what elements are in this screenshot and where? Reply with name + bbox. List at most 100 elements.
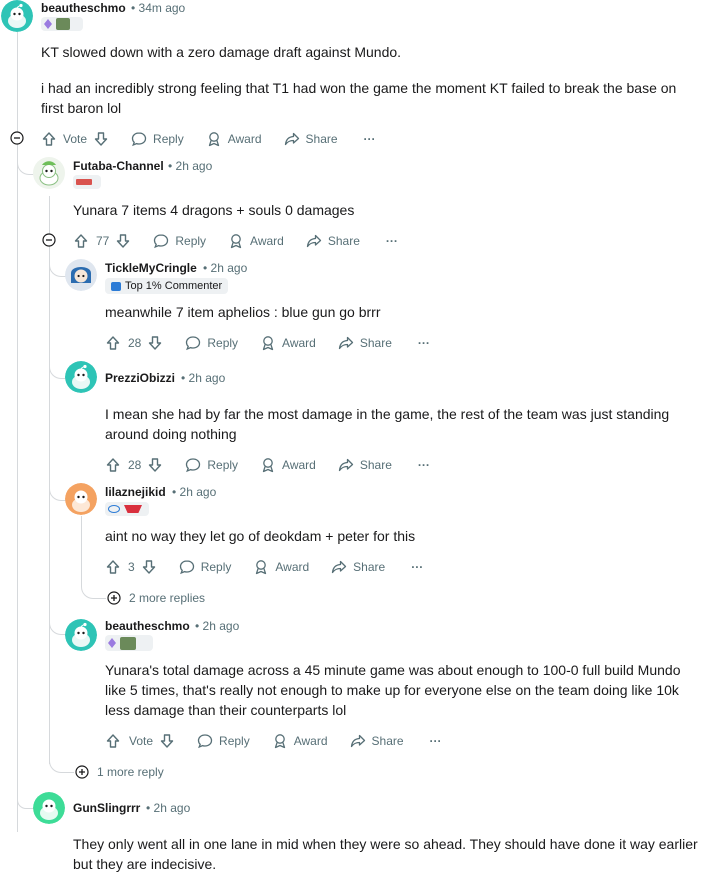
thread-elbow-prezzi [49,352,66,379]
reply-icon [197,733,213,749]
upvote-icon[interactable] [105,457,121,473]
comment-username[interactable]: TickleMyCringle [105,261,197,275]
comment-actions: 77 Reply Award Share ··· [73,231,398,251]
comment-username[interactable]: lilaznejikid [105,485,166,499]
comment-body-paragraph: aint no way they let go of deokdam + pet… [105,528,416,544]
award-button[interactable]: Award [253,559,309,575]
award-button[interactable]: Award [272,733,328,749]
comment-timestamp[interactable]: • 34m ago [131,1,185,15]
upvote-icon[interactable] [105,559,121,575]
downvote-icon[interactable] [147,335,163,351]
more-replies-button[interactable]: 1 more reply [75,765,164,779]
comment-timestamp[interactable]: • 2h ago [181,371,225,385]
avatar[interactable] [65,619,97,651]
share-button[interactable]: Share [350,733,404,749]
downvote-icon[interactable] [115,233,131,249]
reply-label: Reply [207,336,239,350]
award-label: Award [282,336,316,350]
share-icon [350,733,366,749]
reply-icon [153,233,169,249]
comment-username[interactable]: PrezziObizzi [105,371,175,385]
reply-button[interactable]: Reply [153,233,206,249]
share-label: Share [371,734,404,748]
avatar[interactable] [65,361,97,393]
award-button[interactable]: Award [260,335,316,351]
more-options-button[interactable]: ··· [430,734,442,748]
collapse-thread-icon[interactable] [10,131,24,145]
comment-timestamp[interactable]: • 2h ago [195,619,239,633]
avatar[interactable] [33,792,65,824]
reply-icon [179,559,195,575]
share-label: Share [305,132,338,146]
share-button[interactable]: Share [331,559,385,575]
award-button[interactable]: Award [260,457,316,473]
comment-timestamp[interactable]: • 2h ago [172,485,216,499]
fredit-flair-icon [120,636,136,650]
more-options-button[interactable]: ··· [418,458,430,472]
award-label: Award [227,132,262,146]
reply-button[interactable]: Reply [185,457,238,473]
collapse-thread-icon[interactable] [42,233,56,247]
comment-timestamp[interactable]: • 2h ago [146,801,190,815]
share-button[interactable]: Share [284,131,338,147]
more-replies-button[interactable]: 2 more replies [107,591,205,605]
upvote-icon[interactable] [73,233,89,249]
more-options-button[interactable]: ··· [418,336,430,350]
share-button[interactable]: Share [338,457,392,473]
award-button[interactable]: Award [206,131,262,147]
user-flair [41,17,83,31]
downvote-icon[interactable] [93,131,109,147]
reply-button[interactable]: Reply [197,733,250,749]
share-label: Share [359,458,392,472]
upvote-icon[interactable] [41,131,57,147]
avatar[interactable] [65,483,97,515]
badge-label: Top 1% Commenter [125,280,223,292]
share-icon [306,233,322,249]
share-icon [284,131,300,147]
reply-button[interactable]: Reply [185,335,238,351]
avatar[interactable] [33,157,65,189]
badge-icon [111,281,121,291]
more-replies-label: 2 more replies [129,591,206,605]
comment-timestamp[interactable]: • 2h ago [168,159,212,173]
vote-count: 3 [128,560,135,574]
comment-body-paragraph: Yunara 7 items 4 dragons + souls 0 damag… [73,202,355,218]
comment-username[interactable]: beautheschmo [41,1,126,15]
share-button[interactable]: Share [338,335,392,351]
award-icon [260,335,276,351]
comment-username[interactable]: beautheschmo [105,619,190,633]
share-label: Share [359,336,392,350]
reply-icon [185,457,201,473]
comment-body-paragraph: I mean she had by far the most damage in… [105,406,670,442]
award-button[interactable]: Award [228,233,284,249]
avatar[interactable] [65,259,97,291]
more-options-button[interactable]: ··· [364,132,376,146]
comment-body-paragraph: Yunara's total damage across a 45 minute… [105,662,681,718]
comment-username[interactable]: Futaba-Channel [73,159,164,173]
comment-username[interactable]: GunSlingrrr [73,801,140,815]
downvote-icon[interactable] [159,733,175,749]
downvote-icon[interactable] [141,559,157,575]
comment-timestamp[interactable]: • 2h ago [203,261,247,275]
share-label: Share [353,560,386,574]
top-commenter-badge: Top 1% Commenter [105,278,229,294]
reply-label: Reply [200,560,232,574]
reply-button[interactable]: Reply [179,559,232,575]
more-options-button[interactable]: ··· [386,234,398,248]
t1-flair-icon [124,505,142,513]
upvote-icon[interactable] [105,733,121,749]
award-label: Award [275,560,310,574]
upvote-icon[interactable] [105,335,121,351]
more-options-button[interactable]: ··· [411,560,423,574]
downvote-icon[interactable] [147,457,163,473]
reply-icon [131,131,147,147]
share-icon [338,335,354,351]
award-icon [206,131,222,147]
infinity-flair-icon [108,505,120,513]
award-icon [253,559,269,575]
thread-elbow-more2 [81,576,106,599]
share-button[interactable]: Share [306,233,360,249]
avatar[interactable] [1,0,33,32]
thread-elbow-futaba [17,148,34,175]
reply-button[interactable]: Reply [131,131,184,147]
